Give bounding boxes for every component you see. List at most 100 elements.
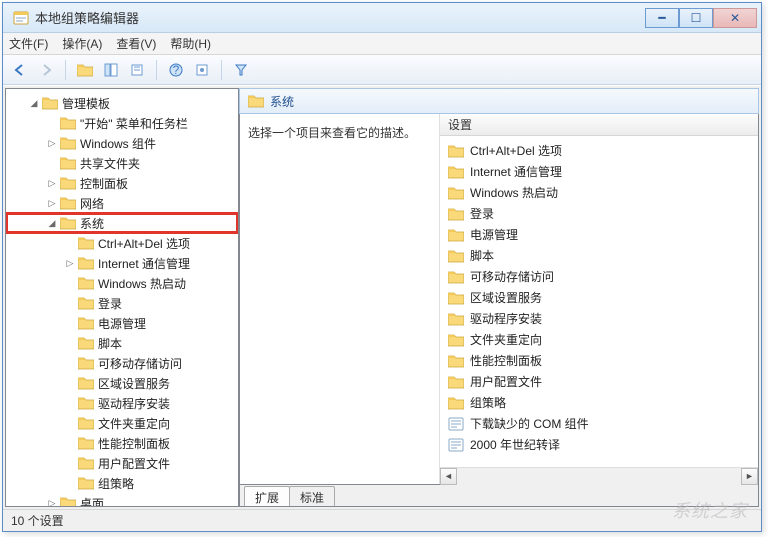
tree-pane[interactable]: ◢管理模板"开始" 菜单和任务栏▷Windows 组件共享文件夹 ▷ 控制面板 ▷ 网络… [5,88,239,507]
collapse-icon[interactable]: ◢ [28,97,40,109]
tree-item[interactable]: 驱动程序安装 [6,393,238,413]
list-item-label: 下载缺少的 COM 组件 [470,415,589,432]
expand-icon[interactable]: ▷ [46,177,58,189]
expand-icon[interactable]: ▷ [46,497,58,507]
list-item[interactable]: 性能控制面板 [440,350,758,371]
tree-item[interactable]: 可移动存储访问 [6,353,238,373]
list-item[interactable]: 脚本 [440,245,758,266]
list-item[interactable]: 可移动存储访问 [440,266,758,287]
list-item-label: 文件夹重定向 [470,331,542,348]
tree-item[interactable]: 用户配置文件 [6,453,238,473]
expand-icon[interactable]: ▷ [46,197,58,209]
list-item[interactable]: 登录 [440,203,758,224]
folder-icon [448,291,464,305]
help-button[interactable]: ? [165,59,187,81]
tree-item[interactable]: 区域设置服务 [6,373,238,393]
tree-item[interactable]: ▷ 网络 [6,193,238,213]
export-button[interactable] [126,59,148,81]
menu-view[interactable]: 查看(V) [116,35,156,52]
tree-label: 文件夹重定向 [98,415,170,432]
list-item-label: Internet 通信管理 [470,163,562,180]
column-header-settings[interactable]: 设置 [440,114,758,136]
minimize-button[interactable]: ━ [645,8,679,28]
tree-label: 组策略 [98,475,134,492]
statusbar: 10 个设置 [3,509,761,531]
folder-icon [448,249,464,263]
back-button[interactable] [9,59,31,81]
tree-label: Ctrl+Alt+Del 选项 [98,235,190,252]
tree-label: 脚本 [98,335,122,352]
tree-item[interactable]: ▷Internet 通信管理 [6,253,238,273]
tree-item[interactable]: 登录 [6,293,238,313]
list-item-label: 组策略 [470,394,506,411]
scroll-left-button[interactable]: ◄ [440,468,457,485]
tree-item[interactable]: 文件夹重定向 [6,413,238,433]
up-button[interactable] [74,59,96,81]
forward-button[interactable] [35,59,57,81]
folder-icon [448,396,464,410]
folder-icon [448,207,464,221]
titlebar[interactable]: 本地组策略编辑器 ━ ☐ ✕ [3,3,761,33]
tree-label: 性能控制面板 [98,435,170,452]
list-item[interactable]: 2000 年世纪转译 [440,434,758,455]
setting-icon [448,438,464,452]
tree-item[interactable]: 组策略 [6,473,238,493]
list-item[interactable]: Ctrl+Alt+Del 选项 [440,140,758,161]
close-button[interactable]: ✕ [713,8,757,28]
tree-item[interactable]: 共享文件夹 [6,153,238,173]
tree-label: 网络 [80,195,104,212]
list-item-label: 性能控制面板 [470,352,542,369]
tree-item[interactable]: ◢系统 [6,213,238,233]
menu-help[interactable]: 帮助(H) [170,35,211,52]
toolbar: ? [3,55,761,85]
filter-button[interactable] [230,59,252,81]
list-item[interactable]: 区域设置服务 [440,287,758,308]
collapse-icon[interactable]: ◢ [46,217,58,229]
tree-item[interactable]: "开始" 菜单和任务栏 [6,113,238,133]
tree-item[interactable]: 电源管理 [6,313,238,333]
window-title: 本地组策略编辑器 [35,8,645,27]
horizontal-scrollbar[interactable]: ◄ ► [440,467,758,484]
folder-icon [448,144,464,158]
tree-item[interactable]: Windows 热启动 [6,273,238,293]
tree-label: 共享文件夹 [80,155,140,172]
tree-item[interactable]: ▷ 控制面板 [6,173,238,193]
expand-icon[interactable]: ▷ [46,137,58,149]
menu-action[interactable]: 操作(A) [62,35,102,52]
list-item[interactable]: Internet 通信管理 [440,161,758,182]
list-item[interactable]: 电源管理 [440,224,758,245]
folder-icon [448,333,464,347]
show-hide-tree-button[interactable] [100,59,122,81]
description-column: 选择一个项目来查看它的描述。 [240,114,440,484]
tree-item[interactable]: 脚本 [6,333,238,353]
expand-icon[interactable]: ▷ [64,257,76,269]
content-header: 系统 [239,88,759,114]
tree-item[interactable]: 性能控制面板 [6,433,238,453]
list-item[interactable]: 下载缺少的 COM 组件 [440,413,758,434]
tree-label: 电源管理 [98,315,146,332]
tree-item[interactable]: ▷桌面 [6,493,238,507]
folder-icon [448,165,464,179]
list-item[interactable]: 用户配置文件 [440,371,758,392]
description-text: 选择一个项目来查看它的描述。 [248,124,431,141]
list-item-label: 驱动程序安装 [470,310,542,327]
properties-button[interactable] [191,59,213,81]
tree-item[interactable]: Ctrl+Alt+Del 选项 [6,233,238,253]
menu-file[interactable]: 文件(F) [9,35,48,52]
list-item-label: Windows 热启动 [470,184,558,201]
list-item[interactable]: 文件夹重定向 [440,329,758,350]
tree-item-root[interactable]: ◢管理模板 [6,93,238,113]
body-area: ◢管理模板"开始" 菜单和任务栏▷Windows 组件共享文件夹 ▷ 控制面板 ▷ 网络… [3,85,761,509]
maximize-button[interactable]: ☐ [679,8,713,28]
list-item[interactable]: 组策略 [440,392,758,413]
tab-extended[interactable]: 扩展 [244,486,290,506]
tab-standard[interactable]: 标准 [289,486,335,506]
menubar: 文件(F) 操作(A) 查看(V) 帮助(H) [3,33,761,55]
folder-icon [448,354,464,368]
list-item-label: 2000 年世纪转译 [470,436,560,453]
scroll-right-button[interactable]: ► [741,468,758,485]
list-item[interactable]: Windows 热启动 [440,182,758,203]
list-item[interactable]: 驱动程序安装 [440,308,758,329]
tree-item[interactable]: ▷Windows 组件 [6,133,238,153]
tree-label: 控制面板 [80,175,128,192]
